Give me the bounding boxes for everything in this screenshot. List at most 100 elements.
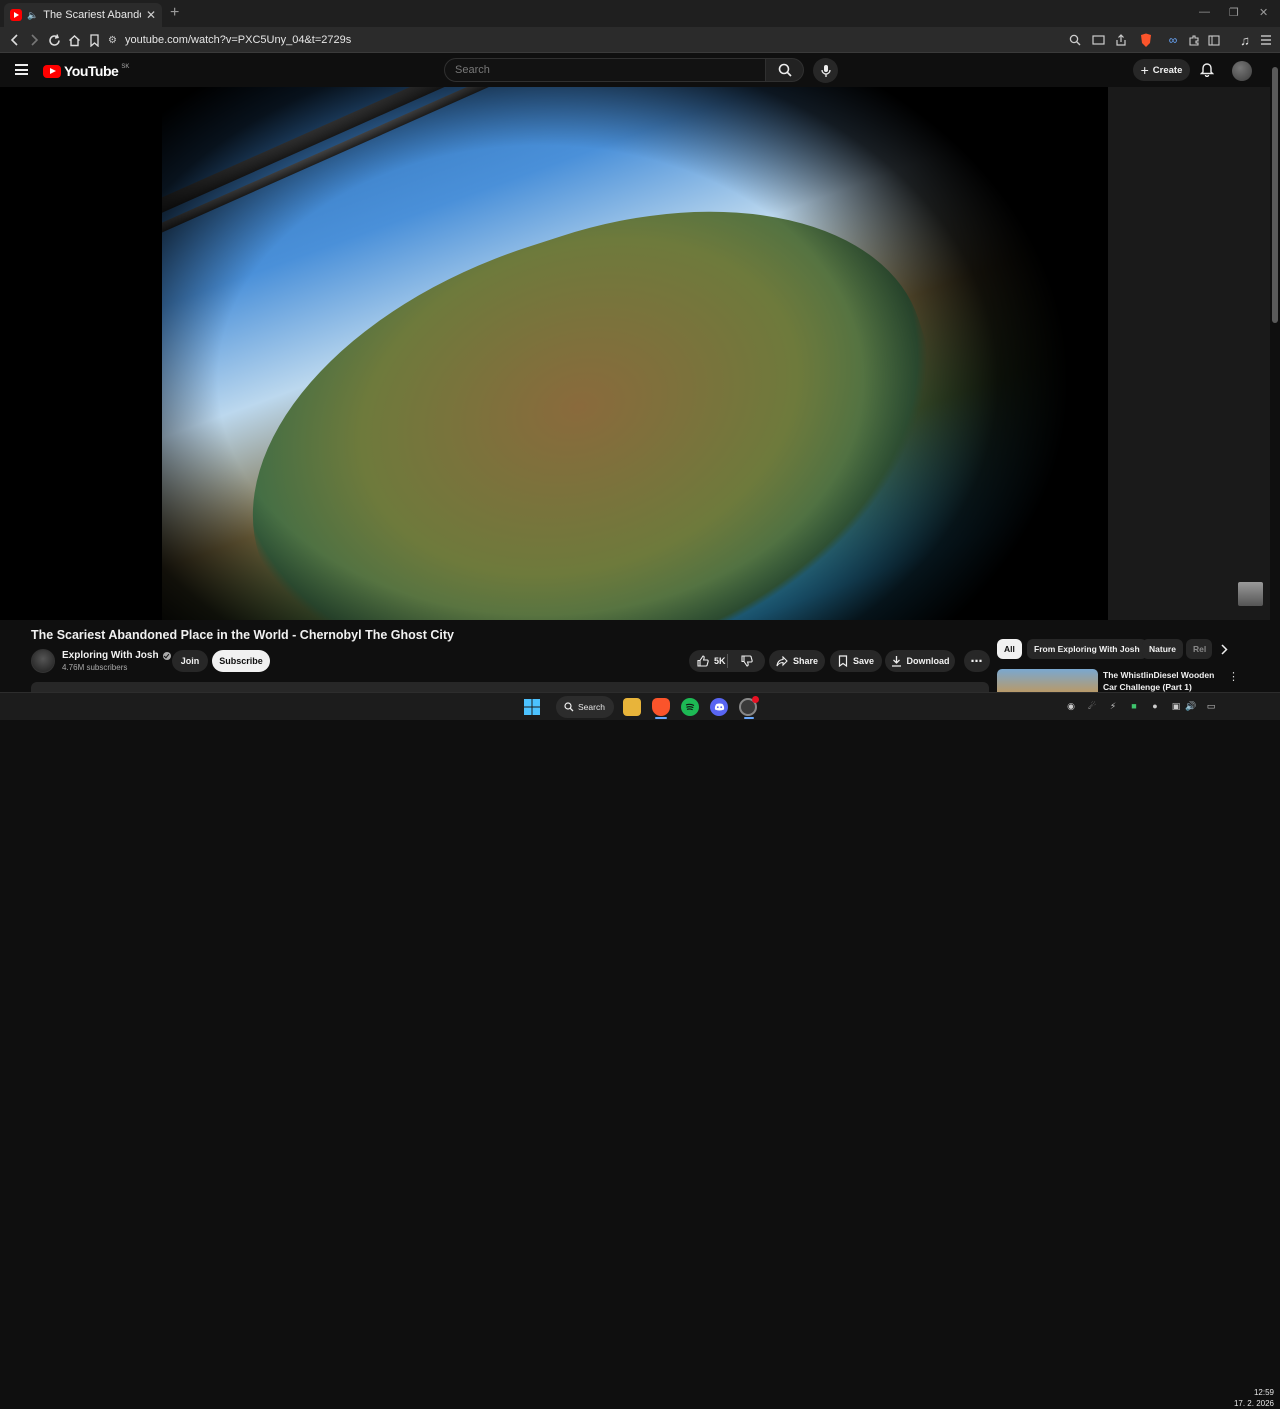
like-button[interactable]: 5K bbox=[697, 655, 726, 667]
reload-icon[interactable] bbox=[45, 31, 63, 49]
subscriber-count: 4.76M subscribers bbox=[62, 663, 128, 672]
clock-time: 12:59 bbox=[1253, 1388, 1274, 1397]
chip-related[interactable]: Rel bbox=[1186, 639, 1212, 659]
recommended-more-icon[interactable]: ⋮ bbox=[1228, 670, 1239, 683]
scrollbar-thumb[interactable] bbox=[1272, 67, 1278, 323]
sidebar-toggle-icon[interactable] bbox=[1205, 31, 1223, 49]
discord-icon[interactable] bbox=[710, 698, 728, 716]
page-scrollbar[interactable] bbox=[1270, 53, 1280, 693]
tray-app-icon[interactable]: ◉ bbox=[1066, 701, 1076, 711]
forward-arrow-icon[interactable] bbox=[25, 31, 43, 49]
channel-name[interactable]: Exploring With Josh bbox=[62, 650, 171, 661]
youtube-play-logo-icon bbox=[43, 64, 61, 78]
start-button[interactable] bbox=[523, 698, 541, 716]
battery-icon[interactable]: ▭ bbox=[1204, 701, 1218, 711]
close-window-button[interactable]: ✕ bbox=[1259, 6, 1268, 19]
address-bar[interactable]: ⚙ youtube.com/watch?v=PXC5Uny_04&t=2729s bbox=[108, 29, 1088, 51]
recommended-video-thumbnail[interactable] bbox=[997, 669, 1098, 692]
recommended-video-title[interactable]: The WhistlinDiesel Wooden Car Challenge … bbox=[1103, 669, 1225, 692]
create-button[interactable]: + Create bbox=[1133, 59, 1190, 81]
home-icon[interactable] bbox=[65, 31, 83, 49]
browser-toolbar: ⚙ youtube.com/watch?v=PXC5Uny_04&t=2729s… bbox=[0, 27, 1280, 53]
hamburger-menu-icon[interactable] bbox=[15, 64, 28, 75]
search-input[interactable]: Search bbox=[444, 58, 766, 82]
tray-app-icon[interactable]: ⚡ bbox=[1108, 701, 1118, 711]
security-shield-icon[interactable]: ■ bbox=[1129, 701, 1139, 711]
like-dislike-group: 5K bbox=[689, 650, 765, 672]
download-label: Download bbox=[906, 656, 950, 666]
subscribe-button[interactable]: Subscribe bbox=[212, 650, 270, 672]
thumbs-up-icon bbox=[697, 655, 709, 667]
search-icon bbox=[564, 702, 574, 712]
share-button[interactable]: Share bbox=[769, 650, 825, 672]
miniplayer-thumbnail[interactable] bbox=[1238, 582, 1263, 606]
youtube-logo-text: YouTube bbox=[64, 63, 119, 79]
channel-name-text[interactable]: Exploring With Josh bbox=[62, 650, 159, 661]
taskbar-search[interactable]: Search bbox=[556, 696, 614, 718]
description-box[interactable] bbox=[31, 682, 989, 692]
download-button[interactable]: Download bbox=[885, 650, 955, 672]
chip-from-channel[interactable]: From Exploring With Josh bbox=[1027, 639, 1147, 659]
channel-avatar[interactable] bbox=[31, 649, 55, 673]
notifications-bell-icon[interactable] bbox=[1199, 61, 1215, 82]
windows-taskbar: Search ◉ ☄ ⚡ ■ ● ▣ 🔊 ▭ 12:59 17. 2. 2026 bbox=[0, 692, 1280, 1408]
url-text[interactable]: youtube.com/watch?v=PXC5Uny_04&t=2729s bbox=[125, 34, 351, 46]
brave-browser-icon[interactable] bbox=[652, 698, 670, 716]
windows-logo-icon bbox=[524, 699, 540, 715]
join-button[interactable]: Join bbox=[172, 650, 208, 672]
voice-search-button[interactable] bbox=[813, 58, 838, 83]
taskbar-search-label: Search bbox=[578, 702, 605, 712]
tab-close-icon[interactable]: ✕ bbox=[146, 8, 156, 22]
app-active-indicator bbox=[744, 717, 754, 719]
account-avatar[interactable] bbox=[1232, 61, 1252, 81]
music-note-icon[interactable]: ♫ bbox=[1236, 31, 1254, 49]
search-icon bbox=[778, 63, 792, 77]
extensions-icon[interactable] bbox=[1185, 31, 1203, 49]
like-count: 5K bbox=[714, 656, 726, 666]
restore-button[interactable]: ❐ bbox=[1229, 6, 1239, 19]
video-player[interactable] bbox=[0, 87, 1108, 620]
search-placeholder: Search bbox=[455, 64, 490, 76]
new-tab-button[interactable]: + bbox=[170, 4, 179, 22]
chip-all[interactable]: All bbox=[997, 639, 1022, 659]
chips-next-arrow-icon[interactable] bbox=[1216, 642, 1232, 656]
steam-icon[interactable]: ☄ bbox=[1087, 701, 1097, 711]
chip-nature[interactable]: Nature bbox=[1142, 639, 1183, 659]
spotify-icon[interactable] bbox=[681, 698, 699, 716]
site-settings-icon[interactable]: ⚙ bbox=[108, 35, 117, 46]
notification-dot bbox=[752, 696, 759, 703]
share-arrow-icon bbox=[776, 655, 788, 666]
verified-badge-icon bbox=[162, 651, 171, 660]
minimize-button[interactable]: — bbox=[1199, 6, 1210, 18]
media-control-icon[interactable]: ∞ bbox=[1164, 31, 1182, 49]
download-icon bbox=[891, 656, 901, 667]
file-explorer-icon[interactable] bbox=[623, 698, 641, 716]
taskbar-clock[interactable]: 12:59 17. 2. 2026 bbox=[1222, 1387, 1274, 1409]
save-button[interactable]: Save bbox=[830, 650, 882, 672]
video-frame[interactable] bbox=[162, 87, 1108, 620]
youtube-favicon-icon bbox=[10, 9, 22, 21]
share-label: Share bbox=[792, 656, 818, 666]
microphone-icon[interactable]: ● bbox=[1150, 701, 1160, 711]
network-icon[interactable]: ▣ bbox=[1171, 701, 1181, 711]
volume-icon[interactable]: 🔊 bbox=[1185, 701, 1196, 711]
more-actions-button[interactable]: ⋯ bbox=[964, 650, 990, 672]
browser-tab-strip: 🔈 The Scariest Abandoned Place ✕ + — ❐ ✕ bbox=[0, 0, 1280, 27]
plus-icon: + bbox=[1140, 62, 1149, 78]
clock-date: 17. 2. 2026 bbox=[1233, 1399, 1274, 1408]
cast-icon[interactable] bbox=[1089, 31, 1107, 49]
active-app-icon[interactable] bbox=[739, 696, 759, 716]
video-vignette bbox=[162, 87, 1108, 620]
dislike-button[interactable] bbox=[731, 650, 763, 672]
menu-icon[interactable] bbox=[1257, 31, 1275, 49]
youtube-logo[interactable]: YouTube SK bbox=[43, 63, 129, 79]
browser-tab[interactable]: 🔈 The Scariest Abandoned Place ✕ bbox=[4, 3, 162, 27]
speaker-icon[interactable]: 🔈 bbox=[27, 10, 38, 21]
brave-shield-icon[interactable] bbox=[1137, 31, 1155, 49]
share-icon[interactable] bbox=[1112, 31, 1130, 49]
bookmark-icon[interactable] bbox=[85, 31, 103, 49]
video-title: The Scariest Abandoned Place in the Worl… bbox=[31, 628, 454, 642]
search-button[interactable] bbox=[766, 58, 804, 82]
zoom-icon[interactable] bbox=[1066, 31, 1084, 49]
back-arrow-icon[interactable] bbox=[6, 31, 24, 49]
